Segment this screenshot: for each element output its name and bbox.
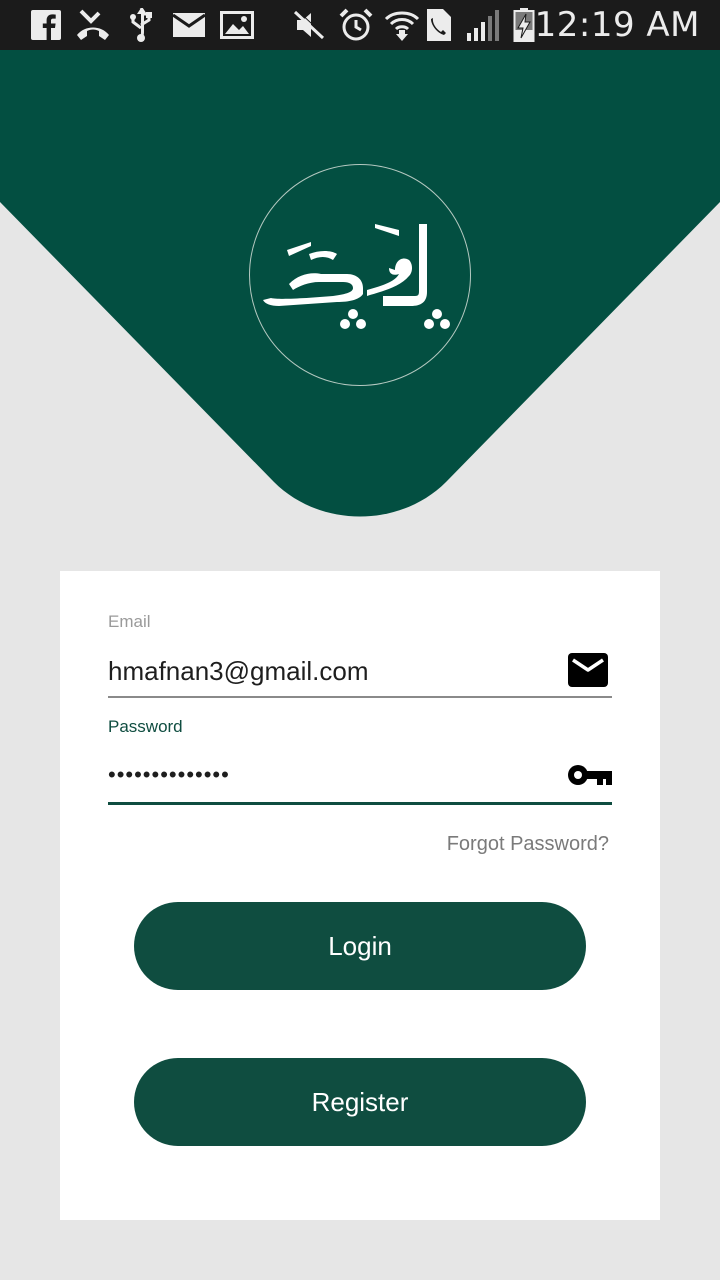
- wifi-icon: [384, 8, 420, 42]
- forgot-password-link[interactable]: Forgot Password?: [447, 833, 609, 856]
- register-button[interactable]: Register: [134, 1058, 586, 1146]
- login-button[interactable]: Login: [134, 902, 586, 990]
- login-card: Email Password •••••••••••••• Forgot Pas…: [60, 571, 660, 1220]
- email-underline: [108, 696, 612, 698]
- email-input[interactable]: [108, 651, 612, 691]
- signal-icon: [464, 8, 500, 42]
- password-label: Password: [108, 717, 183, 736]
- battery-charging-icon: [512, 8, 536, 42]
- status-time: 12:19 AM: [534, 5, 700, 45]
- email-notification-icon: [172, 8, 206, 42]
- mail-icon: [568, 653, 608, 687]
- email-label: Email: [108, 612, 151, 631]
- call-icon: [424, 8, 454, 42]
- alarm-icon: [338, 8, 374, 42]
- app-logo: [263, 224, 450, 329]
- key-icon: [568, 765, 612, 785]
- password-underline: [108, 802, 612, 805]
- facebook-icon: [30, 8, 62, 42]
- missed-call-icon: [74, 8, 112, 42]
- password-input[interactable]: ••••••••••••••: [108, 757, 230, 793]
- status-bar: 12:19 AM: [0, 0, 720, 50]
- mute-icon: [292, 8, 326, 42]
- gallery-icon: [220, 8, 254, 42]
- usb-icon: [128, 8, 154, 42]
